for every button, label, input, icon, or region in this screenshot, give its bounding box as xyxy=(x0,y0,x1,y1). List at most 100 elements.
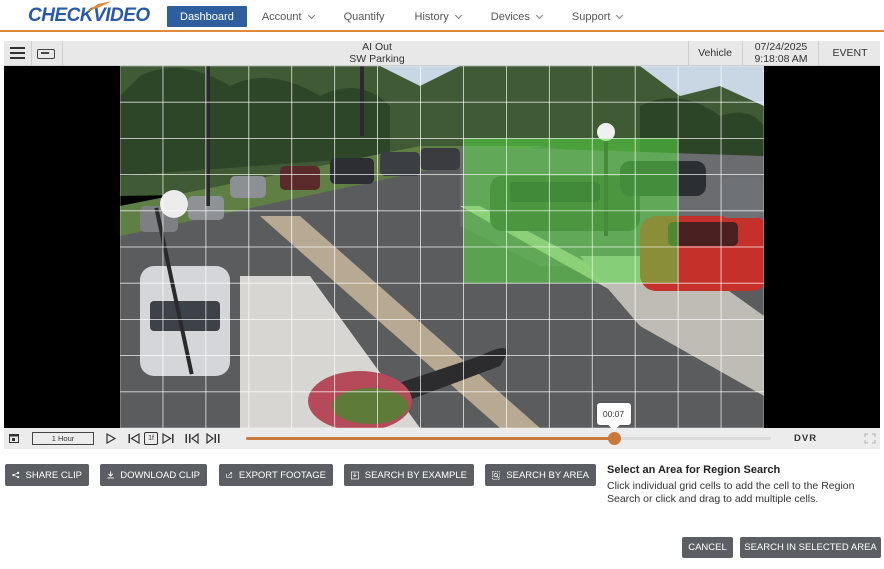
grid-cell[interactable] xyxy=(291,101,336,139)
grid-cell[interactable] xyxy=(463,391,507,428)
grid-cell[interactable] xyxy=(120,391,164,428)
hamburger-menu-icon[interactable] xyxy=(10,47,25,59)
grid-cell[interactable] xyxy=(677,138,722,176)
grid-cell-selected[interactable] xyxy=(548,246,593,284)
grid-cell[interactable] xyxy=(720,355,764,393)
grid-cell[interactable] xyxy=(420,246,464,284)
grid-cell[interactable] xyxy=(120,210,164,248)
grid-cell[interactable] xyxy=(205,210,250,248)
grid-cell[interactable] xyxy=(677,355,722,393)
grid-cell[interactable] xyxy=(162,174,207,212)
grid-cell[interactable] xyxy=(720,210,764,248)
grid-cell[interactable] xyxy=(248,101,293,139)
nav-dashboard[interactable]: Dashboard xyxy=(167,6,247,27)
grid-cell[interactable] xyxy=(720,282,764,320)
grid-cell[interactable] xyxy=(291,246,336,284)
grid-cell[interactable] xyxy=(162,101,207,139)
grid-cell[interactable] xyxy=(334,210,379,248)
step-forward-icon[interactable] xyxy=(162,433,174,444)
grid-cell[interactable] xyxy=(120,246,164,284)
grid-cell[interactable] xyxy=(248,391,293,428)
grid-cell[interactable] xyxy=(720,391,764,428)
search-by-example-button[interactable]: SEARCH BY EXAMPLE xyxy=(344,464,474,486)
grid-cell[interactable] xyxy=(505,391,550,428)
grid-cell[interactable] xyxy=(120,101,164,139)
grid-cell[interactable] xyxy=(591,318,636,356)
grid-cell[interactable] xyxy=(120,318,164,356)
grid-cell[interactable] xyxy=(120,138,164,176)
step-back-icon[interactable] xyxy=(128,433,140,444)
grid-cell[interactable] xyxy=(591,355,636,393)
skip-start-icon[interactable] xyxy=(185,433,199,444)
grid-cell[interactable] xyxy=(463,355,507,393)
grid-cell-selected[interactable] xyxy=(463,210,507,248)
grid-cell[interactable] xyxy=(162,138,207,176)
grid-cell[interactable] xyxy=(420,138,464,176)
grid-cell[interactable] xyxy=(463,66,507,103)
grid-cell[interactable] xyxy=(720,138,764,176)
grid-cell[interactable] xyxy=(677,210,722,248)
grid-cell[interactable] xyxy=(634,282,679,320)
grid-cell[interactable] xyxy=(420,355,464,393)
download-clip-button[interactable]: DOWNLOAD CLIP xyxy=(100,464,207,486)
grid-cell[interactable] xyxy=(205,318,250,356)
nav-devices[interactable]: Devices xyxy=(491,6,543,27)
grid-cell[interactable] xyxy=(291,174,336,212)
grid-cell-selected[interactable] xyxy=(548,210,593,248)
grid-cell-selected[interactable] xyxy=(505,210,550,248)
grid-cell[interactable] xyxy=(505,282,550,320)
grid-cell[interactable] xyxy=(677,282,722,320)
grid-cell[interactable] xyxy=(548,66,593,103)
grid-cell[interactable] xyxy=(720,101,764,139)
nav-account[interactable]: Account xyxy=(262,6,315,27)
grid-cell-selected[interactable] xyxy=(548,138,593,176)
grid-cell[interactable] xyxy=(505,318,550,356)
camera-frame[interactable] xyxy=(120,66,764,428)
region-selection-grid[interactable] xyxy=(120,66,764,428)
grid-cell[interactable] xyxy=(677,246,722,284)
grid-cell[interactable] xyxy=(334,318,379,356)
grid-cell-selected[interactable] xyxy=(634,174,679,212)
grid-cell-selected[interactable] xyxy=(591,210,636,248)
grid-cell[interactable] xyxy=(634,391,679,428)
grid-cell[interactable] xyxy=(634,355,679,393)
grid-cell[interactable] xyxy=(162,66,207,103)
grid-cell[interactable] xyxy=(548,318,593,356)
grid-cell[interactable] xyxy=(505,101,550,139)
grid-cell-selected[interactable] xyxy=(505,174,550,212)
grid-cell[interactable] xyxy=(377,210,421,248)
grid-cell[interactable] xyxy=(120,174,164,212)
grid-cell[interactable] xyxy=(377,101,421,139)
grid-cell[interactable] xyxy=(377,391,421,428)
grid-cell[interactable] xyxy=(291,210,336,248)
grid-cell[interactable] xyxy=(377,246,421,284)
grid-cell[interactable] xyxy=(291,355,336,393)
grid-cell[interactable] xyxy=(162,391,207,428)
frame-step-button[interactable]: 1f xyxy=(144,432,158,445)
grid-cell[interactable] xyxy=(505,355,550,393)
grid-cell[interactable] xyxy=(291,138,336,176)
grid-cell-selected[interactable] xyxy=(548,174,593,212)
grid-cell[interactable] xyxy=(420,391,464,428)
grid-cell[interactable] xyxy=(548,282,593,320)
search-in-selected-area-button[interactable]: SEARCH IN SELECTED AREA xyxy=(740,537,881,558)
grid-cell[interactable] xyxy=(548,101,593,139)
grid-cell[interactable] xyxy=(634,318,679,356)
grid-cell[interactable] xyxy=(377,138,421,176)
grid-cell[interactable] xyxy=(420,318,464,356)
grid-cell[interactable] xyxy=(120,66,164,103)
grid-cell-selected[interactable] xyxy=(463,174,507,212)
grid-cell-selected[interactable] xyxy=(634,210,679,248)
grid-cell[interactable] xyxy=(248,282,293,320)
calendar-icon[interactable] xyxy=(9,433,19,443)
play-icon[interactable] xyxy=(106,433,116,444)
grid-cell[interactable] xyxy=(248,246,293,284)
grid-cell-selected[interactable] xyxy=(505,246,550,284)
checkvideo-logo[interactable]: CHECK VIDEO xyxy=(28,1,150,28)
grid-cell[interactable] xyxy=(463,318,507,356)
grid-cell[interactable] xyxy=(591,101,636,139)
grid-cell[interactable] xyxy=(420,66,464,103)
grid-cell[interactable] xyxy=(720,318,764,356)
grid-cell[interactable] xyxy=(291,391,336,428)
grid-cell[interactable] xyxy=(677,391,722,428)
